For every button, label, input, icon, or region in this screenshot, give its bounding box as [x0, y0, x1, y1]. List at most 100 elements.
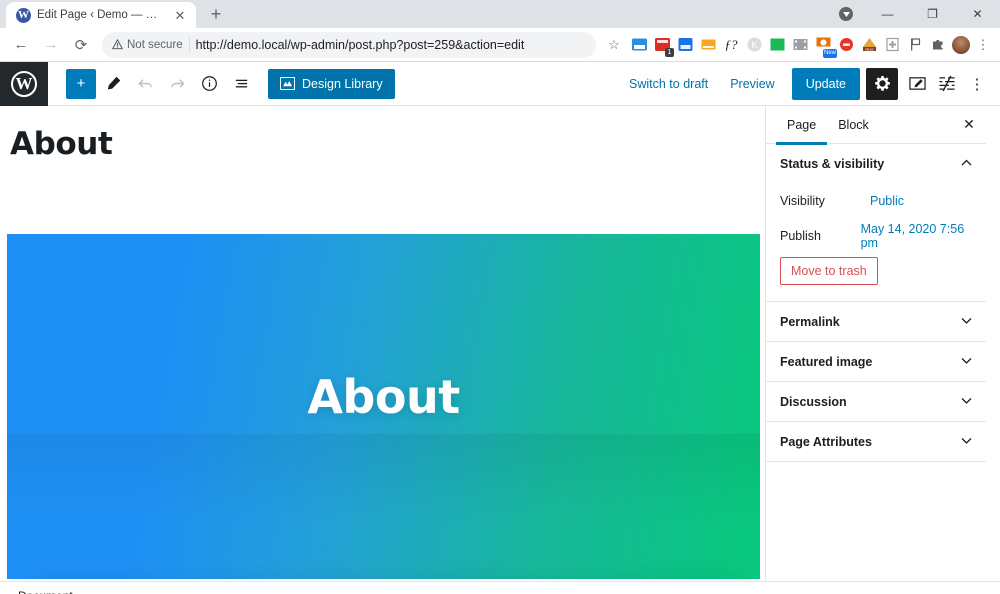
panel-discussion: Discussion [766, 382, 986, 422]
breadcrumb-document[interactable]: Document [18, 589, 73, 594]
svg-text:K: K [751, 40, 757, 50]
details-info-button[interactable] [194, 69, 224, 99]
settings-gear-icon[interactable] [866, 67, 898, 100]
not-secure-label: Not secure [127, 38, 183, 51]
hero-shade-overlay [7, 434, 760, 579]
panel-discussion-header[interactable]: Discussion [766, 382, 986, 421]
tab-strip: W Edit Page ‹ Demo — WordPress ✕ + — ❐ ✕ [0, 0, 1000, 28]
bookmark-star-icon[interactable]: ☆ [602, 33, 626, 57]
svg-text:desc: desc [865, 46, 873, 51]
minimize-button[interactable]: — [865, 0, 910, 28]
hero-cover-block[interactable]: About [7, 234, 760, 579]
visibility-value-button[interactable]: Public [870, 194, 904, 208]
browser-tab[interactable]: W Edit Page ‹ Demo — WordPress ✕ [6, 2, 196, 28]
close-sidebar-icon[interactable]: ✕ [952, 106, 986, 144]
row-visibility: Visibility Public [766, 183, 986, 218]
chevron-down-icon [961, 356, 972, 367]
update-button[interactable]: Update [791, 67, 860, 100]
chevron-down-icon [961, 316, 972, 327]
extension-new-icon[interactable]: New [812, 34, 837, 58]
editor-left-tools: + Design Library [48, 68, 395, 99]
extension-screenshot-icon[interactable] [628, 34, 650, 56]
extension-puzzle-icon[interactable] [927, 34, 949, 56]
chevron-up-icon [961, 158, 972, 169]
tab-title: Edit Page ‹ Demo — WordPress [37, 9, 166, 21]
block-settings-icon[interactable] [932, 69, 962, 99]
tab-close-icon[interactable]: ✕ [172, 7, 188, 23]
editor-canvas[interactable]: About About Passionate Team. Award Winni… [0, 106, 765, 581]
omnibox-divider [188, 36, 190, 53]
browser-update-button[interactable] [833, 1, 859, 27]
hero-heading[interactable]: About [7, 370, 760, 424]
window-controls: — ❐ ✕ [833, 0, 1000, 28]
panel-featured-image-header[interactable]: Featured image [766, 342, 986, 381]
row-publish: Publish May 14, 2020 7:56 pm [766, 218, 986, 253]
more-menu-icon[interactable]: ⋮ [962, 69, 992, 99]
panel-page-attributes-header[interactable]: Page Attributes [766, 422, 986, 461]
browser-toolbar: ← → ⟳ Not secure http://demo.local/wp-ad… [0, 28, 1000, 62]
extension-desc-icon[interactable]: desc [858, 34, 880, 56]
not-secure-indicator[interactable]: Not secure [112, 39, 183, 51]
panel-permalink-header[interactable]: Permalink [766, 302, 986, 341]
edit-pen-button[interactable] [98, 69, 128, 99]
panel-status-title: Status & visibility [780, 156, 885, 171]
new-tab-button[interactable]: + [202, 0, 230, 28]
redo-button[interactable] [162, 69, 192, 99]
publish-date-button[interactable]: May 14, 2020 7:56 pm [861, 222, 972, 250]
switch-to-draft-button[interactable]: Switch to draft [618, 69, 719, 99]
update-chevron-icon [839, 7, 853, 21]
extension-film-icon[interactable] [789, 34, 811, 56]
page-title[interactable]: About [0, 106, 765, 162]
design-library-label: Design Library [302, 76, 383, 91]
editor-right-tools: Switch to draft Preview Update ⋮ [618, 67, 1000, 100]
publish-label: Publish [780, 228, 821, 243]
extension-record-icon[interactable] [835, 34, 857, 56]
extension-recorder-icon[interactable]: 1 [651, 34, 674, 57]
extension-font-icon[interactable]: ƒ? [720, 34, 742, 56]
tab-block[interactable]: Block [827, 106, 880, 144]
wp-editor-header: W + Design Library Switch to draft Previ… [0, 61, 1000, 106]
maximize-button[interactable]: ❐ [910, 0, 955, 28]
panel-permalink: Permalink [766, 302, 986, 342]
editor-status-bar: Document [0, 581, 1000, 594]
extension-grid-icon[interactable] [881, 34, 903, 56]
settings-sidebar: Page Block ✕ Status & visibility Visibil… [765, 106, 986, 581]
design-library-button[interactable]: Design Library [268, 68, 395, 99]
editor-body: About About Passionate Team. Award Winni… [0, 106, 1000, 581]
move-to-trash-button[interactable]: Move to trash [780, 257, 878, 285]
panel-permalink-title: Permalink [780, 314, 840, 329]
panel-page-attributes: Page Attributes [766, 422, 986, 462]
extension-notes-icon[interactable] [697, 34, 719, 56]
undo-button[interactable] [130, 69, 160, 99]
url-text: http://demo.local/wp-admin/post.php?post… [195, 37, 525, 52]
extension-kb-icon[interactable]: K [743, 34, 765, 56]
panel-status-visibility: Status & visibility Visibility Public Pu… [766, 144, 986, 302]
add-block-button[interactable]: + [66, 68, 96, 99]
block-navigation-button[interactable] [226, 69, 256, 99]
forward-icon[interactable]: → [36, 30, 66, 60]
panel-discussion-title: Discussion [780, 394, 847, 409]
design-library-icon [280, 77, 295, 90]
preview-button[interactable]: Preview [719, 69, 785, 99]
tab-page[interactable]: Page [776, 106, 828, 145]
panel-featured-image: Featured image [766, 342, 986, 382]
preview-toggle-icon[interactable] [902, 69, 932, 99]
profile-avatar[interactable] [950, 34, 972, 56]
panel-featured-image-title: Featured image [780, 354, 873, 369]
extension-green-icon[interactable] [766, 34, 788, 56]
wordpress-logo-icon: W [11, 70, 37, 97]
extensions-row: 1 ƒ? K New desc [628, 34, 972, 58]
panel-status-header[interactable]: Status & visibility [766, 144, 986, 183]
panel-page-attributes-title: Page Attributes [780, 434, 872, 449]
wordpress-logo-button[interactable]: W [0, 61, 48, 106]
extension-document-icon[interactable] [674, 34, 696, 56]
browser-window: W Edit Page ‹ Demo — WordPress ✕ + — ❐ ✕… [0, 0, 1000, 594]
address-bar[interactable]: Not secure http://demo.local/wp-admin/po… [102, 31, 596, 58]
wordpress-favicon-icon: W [16, 7, 31, 23]
extension-flag-icon[interactable] [904, 34, 926, 56]
chevron-down-icon [961, 396, 972, 407]
reload-icon[interactable]: ⟳ [66, 30, 96, 60]
back-icon[interactable]: ← [6, 30, 36, 60]
close-window-button[interactable]: ✕ [955, 0, 1000, 28]
browser-menu-icon[interactable]: ⋮ [972, 33, 994, 57]
